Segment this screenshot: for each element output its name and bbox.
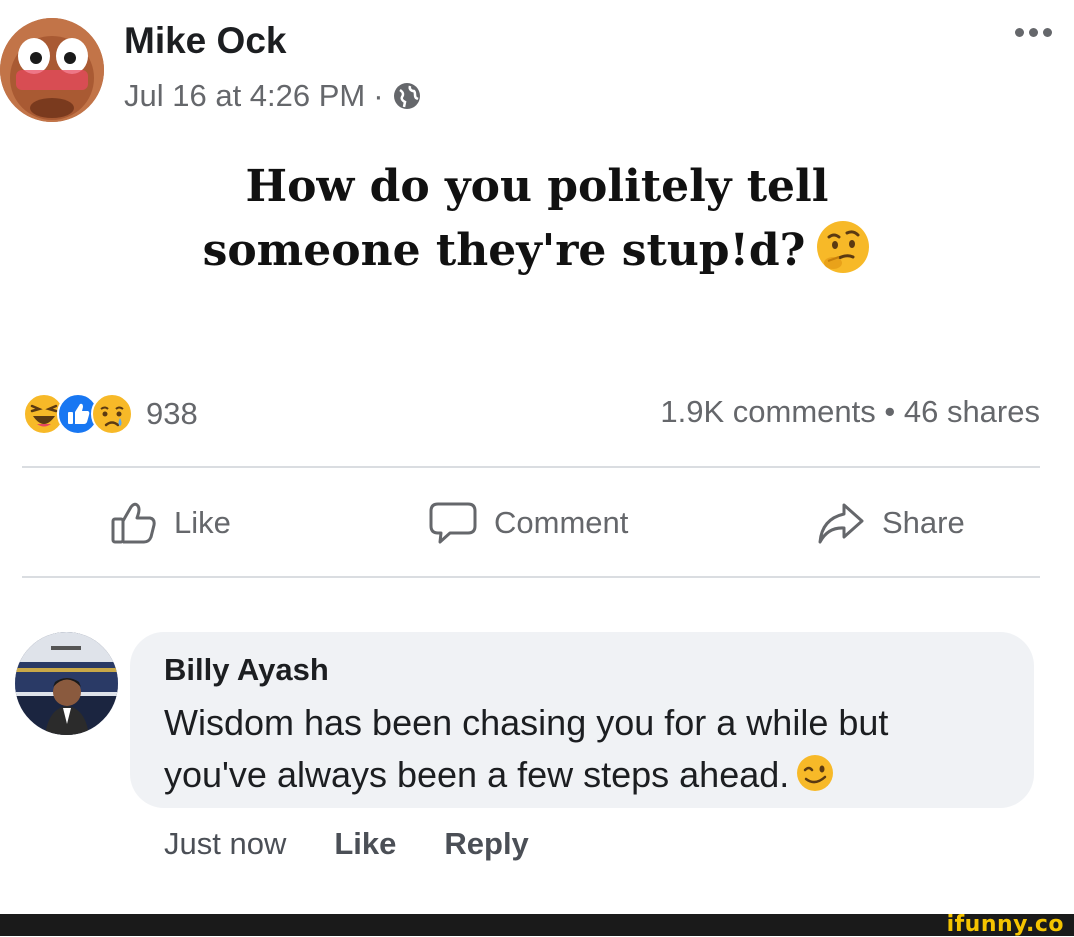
commenter-name[interactable]: Billy Ayash <box>164 652 329 688</box>
post-text-line-2-wrap: someone they're stup!d? <box>0 219 1074 283</box>
like-button-label: Like <box>174 505 231 540</box>
watermark-bar: ifunny.co <box>0 912 1074 937</box>
thinking-face-emoji-icon <box>815 219 871 275</box>
speech-bubble-icon <box>429 502 477 544</box>
comment-actions: Just now Like Reply <box>164 826 529 862</box>
winking-face-emoji-icon <box>795 753 835 793</box>
share-button[interactable]: Share <box>816 500 965 546</box>
author-avatar[interactable] <box>0 18 104 122</box>
sad-reaction-icon <box>91 393 133 435</box>
share-button-label: Share <box>882 505 965 540</box>
post-text-line-2: someone they're stup!d? <box>202 225 806 276</box>
comment-like-button[interactable]: Like <box>334 826 396 862</box>
comment-reply-button[interactable]: Reply <box>444 826 528 862</box>
more-options-icon[interactable] <box>1015 28 1052 37</box>
post-meta: Jul 16 at 4:26 PM · <box>124 78 422 114</box>
comment-button[interactable]: Comment <box>428 500 628 546</box>
commenter-avatar[interactable] <box>15 632 118 735</box>
reactions-summary[interactable]: 938 <box>22 392 198 436</box>
reaction-count[interactable]: 938 <box>146 396 198 432</box>
post-text: How do you politely tell someone they're… <box>0 155 1074 283</box>
comment-button-label: Comment <box>494 505 629 540</box>
meta-separator: · <box>373 78 384 113</box>
share-arrow-icon <box>818 503 864 544</box>
comment-text: Wisdom has been chasing you for a while … <box>164 702 889 795</box>
author-name[interactable]: Mike Ock <box>124 20 286 62</box>
divider-bottom <box>22 576 1040 578</box>
like-thumb-icon <box>111 502 156 544</box>
post-timestamp[interactable]: Jul 16 at 4:26 PM <box>124 78 365 114</box>
comment-text-wrap: Wisdom has been chasing you for a while … <box>164 697 984 801</box>
post-text-line-1: How do you politely tell <box>245 161 829 212</box>
globe-icon[interactable] <box>392 81 422 111</box>
ifunny-watermark: ifunny.co <box>946 912 1064 937</box>
comment-timestamp[interactable]: Just now <box>164 826 286 862</box>
like-button[interactable]: Like <box>110 500 231 546</box>
divider-top <box>22 466 1040 468</box>
comments-shares-count[interactable]: 1.9K comments • 46 shares <box>660 394 1040 430</box>
